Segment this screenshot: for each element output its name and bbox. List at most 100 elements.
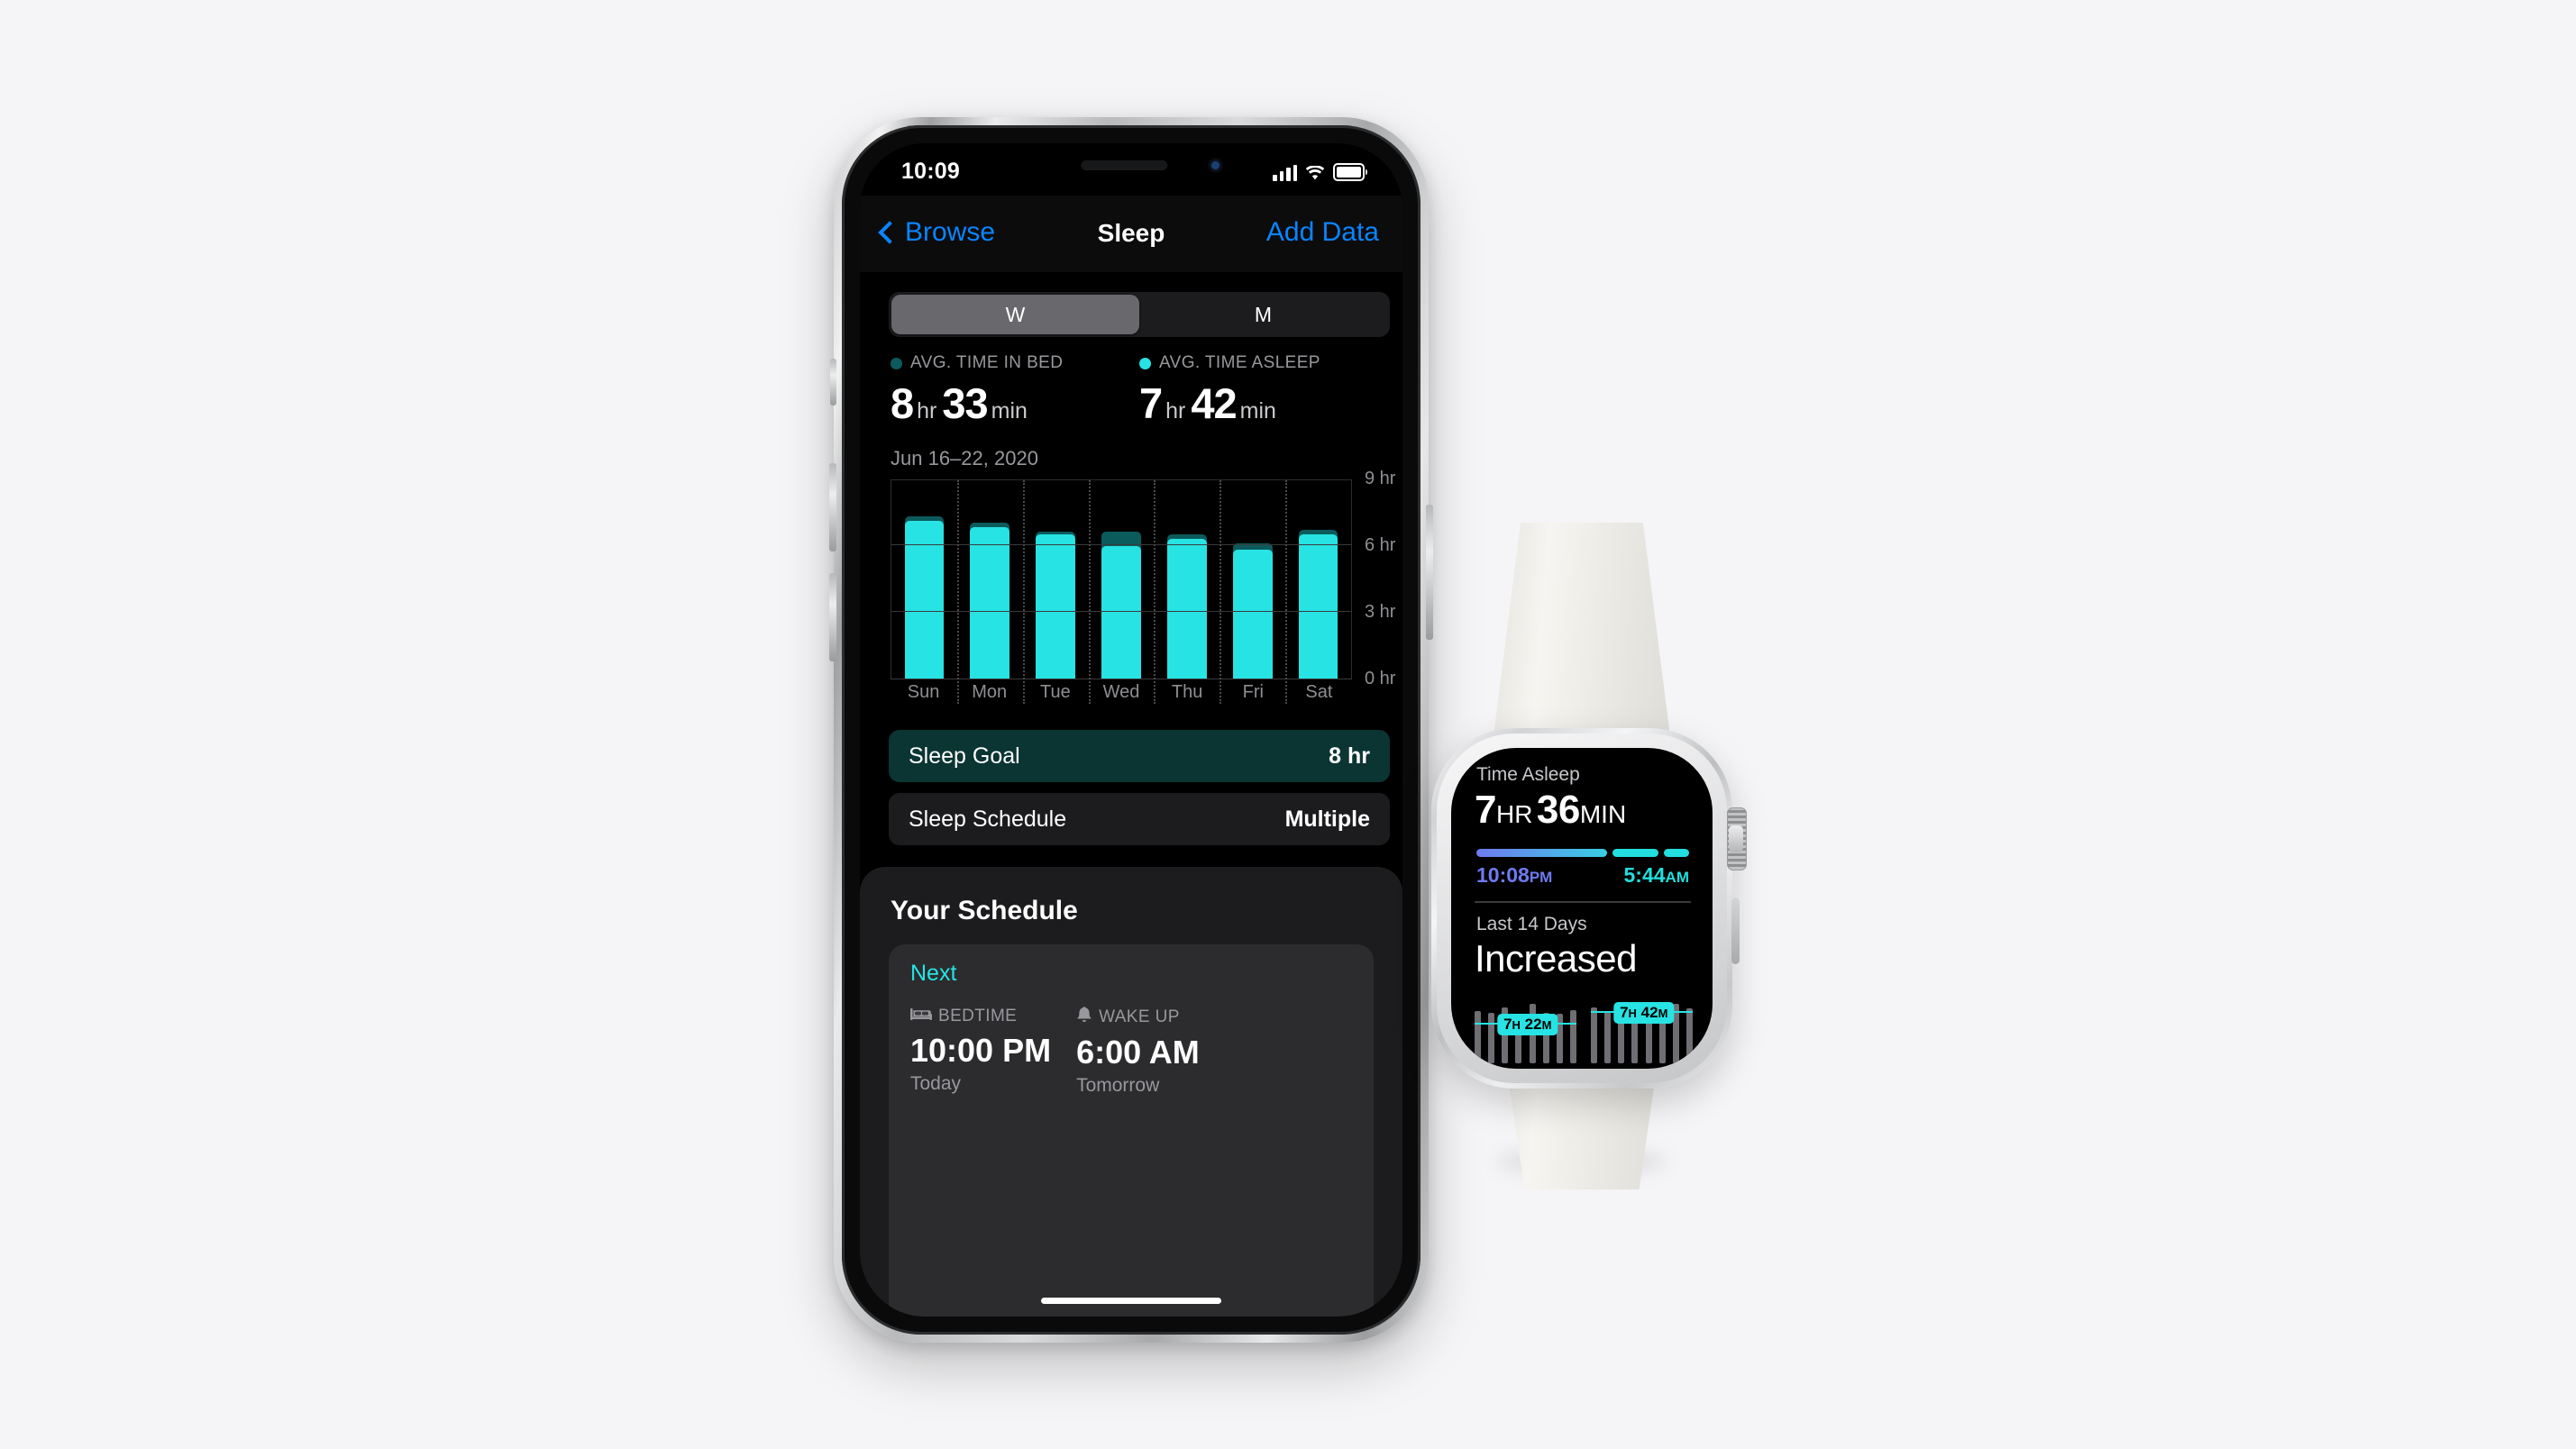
watch-divider [1475,901,1691,903]
x-axis-tick: Mon [972,682,1008,702]
bedtime-label: BEDTIME [938,1006,1018,1025]
next-schedule-card[interactable]: Next BEDTIME 10:00 PM Today WAKE UP 6:00… [889,944,1374,1317]
chart-bar[interactable] [1036,532,1075,679]
sleep-timeline-track [1476,849,1689,857]
watch-bar [1475,1011,1481,1063]
watch-bar [1488,1012,1495,1063]
watch-bar [1604,1011,1612,1063]
asleep-hours: 7 [1139,379,1163,427]
chart-bar[interactable] [1298,529,1338,679]
x-axis-tick: Wed [1102,682,1140,702]
grid-line [891,544,1351,545]
bar-asleep [1298,533,1338,679]
bar-asleep [1232,549,1273,679]
chart-bar[interactable] [904,515,945,679]
sleep-start-time: 10:08PM [1476,863,1553,887]
pill-minutes-unit: M [1658,1006,1668,1020]
in-bed-hours-unit: hr [917,398,937,424]
x-axis-tick: Fri [1242,682,1264,702]
bedtime-column: BEDTIME 10:00 PM Today [910,1006,1051,1097]
sleep-goal-row[interactable]: Sleep Goal 8 hr [889,730,1390,782]
avg-time-asleep-value: 7 hr 42 min [1139,378,1375,428]
chart-bar-slot[interactable] [1154,480,1219,679]
silent-switch[interactable] [830,359,836,406]
iphone-device: 10:09 Browse Sleep Add Data W M AVG. TIM… [829,117,1433,1343]
next-label: Next [910,961,957,986]
watch-case: Time Asleep 7HR 36MIN 10:08PM 5:44AM Las… [1431,728,1747,1089]
wakeup-when: Tomorrow [1076,1075,1160,1096]
grid-separator [956,480,959,704]
avg-time-in-bed-legend: AVG. TIME IN BED [891,353,1127,373]
chart-bar-slot[interactable] [1023,480,1089,679]
home-indicator[interactable] [1041,1298,1221,1304]
bar-asleep [1167,538,1207,679]
period-segmented-control[interactable]: W M [889,292,1390,337]
pill-minutes: 22 [1524,1016,1542,1034]
battery-icon [1333,163,1367,181]
chart-y-axis-labels: 0 hr 3 hr 6 hr 9 hr [1357,469,1402,694]
pill-hours-unit: H [1628,1006,1637,1020]
segment-month[interactable]: M [1139,295,1387,334]
sleep-content: W M AVG. TIME IN BED 8 hr 33 min AVG. TI… [860,272,1402,1317]
bedtime-value: 10:00 PM [910,1032,1052,1069]
timeline-segment-1 [1476,849,1607,857]
sleep-schedule-row[interactable]: Sleep Schedule Multiple [889,793,1390,845]
navigation-bar: Browse Sleep Add Data [860,196,1402,272]
sleep-goal-value: 8 hr [1329,743,1370,769]
timeline-segment-2 [1612,849,1658,857]
watch-side-button[interactable] [1731,898,1740,964]
watch-bar [1685,1008,1693,1063]
sleep-goal-label: Sleep Goal [909,743,1020,769]
grid-separator [1088,480,1091,704]
sleep-timeline-times: 10:08PM 5:44AM [1476,863,1689,888]
volume-down-button[interactable] [829,573,836,661]
notch [996,143,1266,196]
segment-week[interactable]: W [891,295,1139,334]
watch-bar [1569,1009,1576,1063]
chart-bar-slot[interactable] [1285,480,1351,679]
y-axis-tick: 6 hr [1365,535,1396,555]
phone-bezel: 10:09 Browse Sleep Add Data W M AVG. TIM… [842,125,1420,1335]
watch-hours: 7 [1475,788,1496,832]
sleep-schedule-label: Sleep Schedule [909,806,1067,832]
chart-bar-slot[interactable] [957,480,1023,679]
your-schedule-section: Your Schedule Next BEDTIME 10:00 PM Toda… [860,867,1402,1317]
y-axis-tick: 3 hr [1365,602,1396,622]
avg-time-asleep-legend: AVG. TIME ASLEEP [1139,353,1375,373]
chart-bar-slot[interactable] [891,480,957,679]
sleep-end-time: 5:44AM [1623,863,1690,887]
chart-bar[interactable] [1167,533,1207,679]
time-asleep-label: Time Asleep [1476,764,1580,785]
legend-dot-asleep [1139,357,1151,369]
status-bar-indicators [1273,161,1367,181]
your-schedule-title: Your Schedule [891,896,1078,925]
asleep-hours-unit: hr [1165,398,1186,424]
avg-time-asleep-block: AVG. TIME ASLEEP 7 hr 42 min [1127,353,1375,428]
sleep-schedule-value: Multiple [1284,806,1370,832]
x-axis-tick: Sun [907,682,940,702]
chart-bar-slot[interactable] [1089,480,1155,679]
y-axis-tick: 9 hr [1365,469,1396,488]
pill-hours-unit: H [1512,1018,1521,1033]
digital-crown[interactable] [1727,807,1747,870]
wifi-icon [1305,165,1325,181]
watch-bar [1591,1007,1597,1063]
time-asleep-value: 7HR 36MIN [1475,788,1626,833]
earpiece-speaker-icon [1081,160,1168,170]
chart-plot-area [891,479,1352,704]
bar-asleep [1036,533,1075,679]
chart-bar[interactable] [1101,532,1141,679]
chart-bar[interactable] [970,523,1010,679]
add-data-button[interactable]: Add Data [1266,217,1379,248]
chart-x-axis-labels: Sun Mon Tue Wed Thu Fri Sat [891,679,1352,705]
wakeup-header: WAKE UP [1076,1006,1200,1028]
wakeup-column: WAKE UP 6:00 AM Tomorrow [1076,1006,1200,1097]
in-bed-minutes-unit: min [991,398,1028,424]
sleep-bar-chart[interactable]: 0 hr 3 hr 6 hr 9 hr Sun Mon Tue Wed Thu Fri Sat [891,469,1395,705]
volume-up-button[interactable] [829,463,836,551]
bed-icon [910,1006,932,1026]
trend-period-label: Last 14 Days [1476,914,1587,934]
chart-bar-slot[interactable] [1219,480,1285,679]
watch-weekly-charts: 7H 22M 7H 42M [1475,993,1693,1063]
wakeup-value: 6:00 AM [1076,1034,1200,1071]
